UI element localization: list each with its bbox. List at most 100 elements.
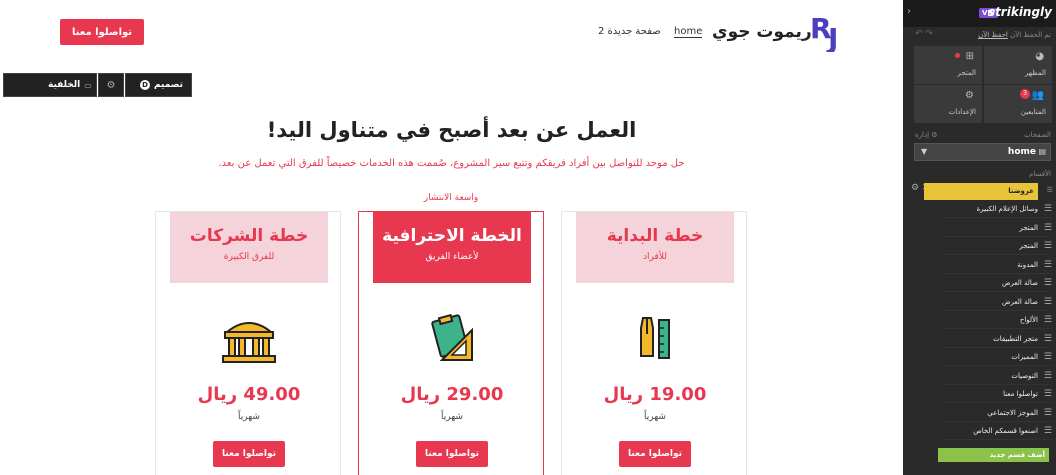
plan-price: 49.00 ريال — [197, 384, 301, 405]
pages-label: الصفحات — [1024, 131, 1051, 139]
plan-contact-button[interactable]: تواصلوا معنا — [416, 441, 488, 467]
section-item[interactable]: اصنعوا قسمكم الخاص ☰ — [942, 423, 1052, 440]
section-label: المميزات — [1011, 353, 1038, 361]
plan-subtitle: للفرق الكبيرة — [223, 252, 275, 262]
gear-icon: ⚙ — [106, 79, 116, 91]
tile-label: الإعدادات — [948, 108, 976, 116]
tile-store[interactable]: ⊞ المتجر — [914, 46, 982, 84]
add-section-button[interactable]: أضف قسم جديد — [938, 448, 1049, 462]
section-item[interactable]: صالة العرض ☰ — [942, 275, 1052, 292]
nav-link-home[interactable]: home — [674, 26, 703, 38]
section-label: وسائل الإعلام الكبيرة — [976, 205, 1038, 213]
shop-icon: ⊞ — [965, 51, 974, 62]
background-label: الخلفية — [48, 80, 81, 90]
drag-handle-icon[interactable]: ☰ — [1044, 386, 1052, 403]
section-item[interactable]: وسائل الإعلام الكبيرة ☰ — [942, 201, 1052, 218]
section-label: اصنعوا قسمكم الخاص — [973, 427, 1038, 435]
tile-label: المتجر — [957, 69, 976, 77]
section-label: صالة العرض — [1002, 279, 1038, 287]
section-item[interactable]: المتجر ☰ — [942, 238, 1052, 255]
save-status: تم الحفظ الآن احفظ الآن — [978, 31, 1051, 39]
drag-handle-icon[interactable]: ☰ — [1044, 275, 1052, 292]
sections-label: الأقسام — [1029, 170, 1051, 178]
brand-logo[interactable]: R J — [808, 10, 848, 52]
section-settings-button[interactable]: ⚙ — [98, 73, 124, 97]
drag-handle-icon[interactable]: ☰ — [1044, 368, 1052, 385]
section-item[interactable]: تواصلوا معنا ☰ — [942, 386, 1052, 403]
svg-text:J: J — [826, 22, 838, 52]
section-item[interactable]: المدونة ☰ — [942, 257, 1052, 274]
gear-icon: ⚙ — [965, 90, 974, 101]
hero-subtitle: حل موحد للتواصل بين أفراد فريقكم وتتبع س… — [218, 158, 685, 169]
plan-period: شهرياً — [644, 412, 666, 422]
drag-handle-icon[interactable]: ☰ — [1044, 294, 1052, 311]
design-edit-button[interactable]: D تصميم — [125, 73, 192, 97]
design-label: تصميم — [154, 80, 184, 90]
pen-ruler-icon — [640, 317, 670, 359]
section-item[interactable]: الألواح ☰ — [942, 312, 1052, 329]
drag-handle-icon[interactable]: ☰ — [1044, 201, 1052, 218]
section-label: متجر التطبيقات — [993, 335, 1038, 343]
plan-contact-button[interactable]: تواصلوا معنا — [619, 441, 691, 467]
manage-label: إدارة — [915, 131, 930, 139]
section-label: صالة العرض — [1002, 298, 1038, 306]
save-now-link[interactable]: احفظ الآن — [978, 31, 1008, 39]
section-item[interactable]: متجر التطبيقات ☰ — [942, 331, 1052, 348]
header-contact-button[interactable]: تواصلوا معنا — [60, 19, 144, 45]
plan-period: شهرياً — [441, 412, 463, 422]
drag-handle-icon[interactable]: ☰ — [1044, 312, 1052, 329]
image-icon: ▭ — [84, 80, 92, 90]
chevron-down-icon: ▼ — [921, 147, 928, 156]
drag-handle-icon[interactable]: ☰ — [1044, 349, 1052, 366]
collapse-chevron-icon[interactable]: › — [907, 6, 911, 17]
plan-contact-button[interactable]: تواصلوا معنا — [213, 441, 285, 467]
section-item[interactable]: صالة العرض ☰ — [942, 294, 1052, 311]
section-label: الألواح — [1019, 316, 1038, 324]
plan-title: الخطة الاحترافية — [382, 226, 522, 246]
tile-label: المتابعين — [1020, 108, 1046, 116]
manage-pages-link[interactable]: ⚙ إدارة — [915, 131, 938, 139]
section-label: المتجر — [1019, 224, 1038, 232]
palette-icon: ◕ — [1035, 51, 1044, 62]
card-header: الخطة الاحترافية لأعضاء الفريق — [373, 212, 531, 283]
plan-subtitle: للأفراد — [643, 252, 667, 262]
plan-period: شهرياً — [238, 412, 260, 422]
clipboard-ruler-icon — [431, 314, 473, 361]
background-edit-button[interactable]: الخلفية ▭ — [3, 73, 97, 97]
drag-handle-icon[interactable]: ☰ — [1044, 423, 1052, 440]
plan-title: خطة الشركات — [189, 226, 309, 246]
tile-settings[interactable]: ⚙ الإعدادات — [914, 85, 982, 123]
undo-redo-icon[interactable]: ↶ ↷ — [915, 29, 933, 39]
section-label: الموجز الاجتماعي — [987, 409, 1038, 417]
tile-followers[interactable]: 👥 3 المتابعين — [984, 85, 1052, 123]
pricing-card-enterprise: خطة الشركات للفرق الكبيرة 49.00 ريال شهر… — [155, 211, 341, 475]
page-selector[interactable]: ▼ home ▤ — [914, 143, 1051, 161]
plan-title: خطة البداية — [606, 226, 704, 246]
pricing-card-starter: خطة البداية للأفراد 19.00 ريال شهرياً تو… — [561, 211, 747, 475]
followers-badge: 3 — [1020, 89, 1030, 99]
section-label: المتجر — [1019, 242, 1038, 250]
section-label: التوصيات — [1011, 372, 1038, 380]
section-item[interactable]: المتجر ☰ — [942, 220, 1052, 237]
drag-handle-icon[interactable]: ☰ — [1044, 238, 1052, 255]
design-badge: D — [140, 80, 150, 90]
section-item[interactable]: المميزات ☰ — [942, 349, 1052, 366]
current-page: home — [1007, 147, 1036, 157]
drag-handle-icon[interactable]: ☰ — [1044, 220, 1052, 237]
section-item[interactable]: التوصيات ☰ — [942, 368, 1052, 385]
drag-handle-icon[interactable]: ☰ — [1044, 331, 1052, 348]
notification-dot — [955, 53, 960, 58]
sidebar-topbar: › VIP strikingly — [903, 0, 1056, 27]
drag-handle-icon[interactable]: ☰ — [1044, 257, 1052, 274]
drag-handle-icon[interactable]: ☰ — [1047, 186, 1053, 194]
tile-appearance[interactable]: ◕ المظهر — [984, 46, 1052, 84]
hero-title: العمل عن بعد أصبح في متناول اليد! — [266, 118, 637, 142]
card-header: خطة البداية للأفراد — [576, 212, 734, 283]
plan-price: 29.00 ريال — [400, 384, 504, 405]
drag-handle-icon[interactable]: ☰ — [1044, 405, 1052, 422]
nav-link-new-page[interactable]: صفحة جديدة 2 — [598, 26, 661, 37]
section-item[interactable]: عروضنا — [924, 183, 1038, 200]
brand-name[interactable]: ريموت جوي — [712, 22, 812, 42]
section-item[interactable]: الموجز الاجتماعي ☰ — [942, 405, 1052, 422]
editor-sidebar: › VIP strikingly ↶ ↷ تم الحفظ الآن احفظ … — [903, 0, 1056, 475]
